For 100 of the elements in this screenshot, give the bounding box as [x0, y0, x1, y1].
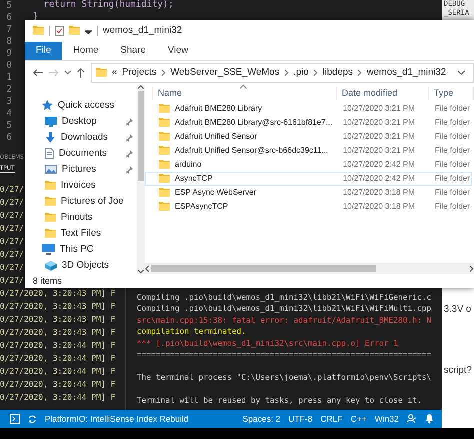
status-task[interactable]: PlatformIO: IntelliSense Index Rebuild	[45, 414, 189, 424]
ribbon-tab[interactable]: File	[25, 42, 62, 60]
line-number: 1	[6, 72, 12, 84]
output-line: 0/27/	[0, 236, 24, 248]
download-icon	[45, 132, 56, 144]
sort-caret-icon	[240, 84, 247, 89]
file-date: 10/27/2020 3:21 PM	[342, 132, 416, 142]
page-text: 3.3V o	[443, 304, 472, 315]
terminal-icon[interactable]	[10, 414, 20, 424]
file-row[interactable]: ESP Async WebServer 10/27/2020 3:18 PM File folder	[145, 186, 472, 200]
checklist-icon[interactable]	[55, 26, 64, 36]
file-date: 10/27/2020 3:21 PM	[342, 118, 416, 128]
status-item[interactable]: Spaces: 2	[242, 414, 281, 424]
nav-item[interactable]: Pinouts	[61, 212, 93, 224]
breadcrumb-item[interactable]: .pio	[294, 67, 309, 78]
scroll-left-icon[interactable]	[145, 266, 149, 272]
status-item[interactable]: CRLF	[320, 414, 343, 424]
breadcrumb-item[interactable]: wemos_d1_mini32	[367, 67, 446, 78]
nav-item[interactable]: Invoices	[61, 180, 96, 192]
file-row[interactable]: Adafruit Unified Sensor@src-b66dc39c11... 10/27/2020 3:21 PM File folder	[145, 144, 472, 158]
scroll-up-icon[interactable]	[138, 84, 144, 89]
cube-icon	[45, 260, 57, 271]
folder-icon	[159, 160, 170, 170]
ribbon-tab[interactable]: View	[157, 42, 200, 60]
column-header[interactable]: Type	[429, 86, 474, 100]
file-name: arduino	[175, 160, 202, 170]
output-line: 0/27/	[0, 249, 24, 261]
sync-icon[interactable]	[28, 414, 37, 424]
scroll-down-icon[interactable]	[138, 270, 144, 274]
folder-icon	[159, 118, 170, 128]
folder-icon	[159, 146, 170, 156]
up-arrow-icon[interactable]	[77, 68, 85, 78]
nav-item[interactable]: Text Files	[61, 228, 102, 240]
breadcrumb-item[interactable]: WebServer_SSE_WeMos	[170, 67, 280, 78]
ribbon-tab[interactable]: Share	[110, 42, 158, 60]
vertical-scrollbar[interactable]	[137, 84, 145, 274]
line-number: 5	[6, 0, 12, 12]
folder-icon	[69, 26, 80, 36]
output-line: 0/27/	[0, 275, 24, 287]
file-type: File folder	[434, 118, 471, 128]
file-date: 10/27/2020 3:21 PM	[342, 104, 416, 114]
status-item[interactable]: Win32	[374, 414, 399, 424]
scrollbar-thumb[interactable]	[151, 265, 376, 272]
dropdown-icon[interactable]	[85, 28, 92, 34]
folder-icon	[159, 202, 170, 212]
nav-item[interactable]: Documents	[59, 148, 108, 160]
chevron-down-icon[interactable]	[458, 70, 465, 75]
output-line: 0/27/2020, 3:20:43 PM] F	[0, 314, 116, 326]
output-line: 0/27/	[0, 262, 24, 274]
output-line: 0/27/2020, 3:20:43 PM] F	[0, 327, 116, 339]
nav-item[interactable]: Quick access	[58, 100, 114, 112]
address-bar[interactable]: « Projects WebServer_SSE_WeMos .pio libdeps wemos_d1_mini32	[91, 62, 474, 83]
file-date: 10/27/2020 3:18 PM	[342, 202, 416, 212]
file-row[interactable]: ESPAsyncTCP 10/27/2020 3:18 PM File folder	[145, 200, 472, 214]
bell-icon[interactable]	[425, 414, 434, 424]
file-row[interactable]: Adafruit Unified Sensor 10/27/2020 3:21 PM File folder	[145, 130, 472, 144]
nav-item[interactable]: Downloads	[61, 132, 108, 144]
nav-item[interactable]: Pictures	[62, 164, 96, 176]
folder-icon	[159, 104, 170, 114]
computer-icon	[42, 244, 55, 256]
folder-icon	[96, 68, 107, 78]
folder-icon	[45, 229, 56, 238]
breadcrumb-item[interactable]: libdeps	[322, 67, 354, 78]
output-line: 0/27/	[0, 210, 24, 222]
file-name: Adafruit BME280 Library	[175, 104, 262, 114]
breadcrumb-item[interactable]: Projects	[122, 67, 157, 78]
nav-item[interactable]: This PC	[60, 244, 94, 256]
scrollbar-thumb[interactable]	[138, 90, 144, 181]
file-row[interactable]: AsyncTCP 10/27/2020 2:42 PM File folder	[145, 172, 472, 186]
file-name: Adafruit Unified Sensor	[175, 132, 258, 142]
output-line: 0/27/2020, 3:20:43 PM] F	[0, 301, 116, 313]
file-type: File folder	[434, 104, 471, 114]
column-header[interactable]: Date modified	[337, 86, 429, 100]
scroll-right-icon[interactable]	[470, 266, 474, 272]
horizontal-scrollbar[interactable]	[145, 263, 474, 274]
line-number: 0	[6, 60, 12, 72]
file-row[interactable]: Adafruit BME280 Library@src-6161bf81e7... 10/27/2020 3:21 PM File folder	[145, 116, 472, 130]
ribbon-tab[interactable]: Home	[62, 42, 110, 60]
status-item[interactable]: UTF-8	[288, 414, 313, 424]
chevron-right-icon	[358, 70, 362, 76]
nav-item[interactable]: 3D Objects	[62, 260, 109, 272]
file-date: 10/27/2020 3:18 PM	[342, 188, 416, 198]
line-number: 3	[6, 96, 12, 108]
nav-item[interactable]: Desktop	[62, 116, 97, 128]
chevron-right-icon	[162, 70, 166, 76]
item-count: 8 items	[33, 276, 62, 286]
file-row[interactable]: Adafruit BME280 Library 10/27/2020 3:21 PM File folder	[145, 102, 472, 116]
nav-item[interactable]: Pictures of Joe	[61, 196, 124, 208]
file-name: ESPAsyncTCP	[175, 202, 228, 212]
chevron-down-icon[interactable]	[65, 70, 71, 75]
overflow-chevrons[interactable]: «	[112, 67, 118, 78]
column-header[interactable]: Name	[153, 86, 337, 100]
file-type: File folder	[434, 202, 471, 212]
output-line: 0/27/2020, 3:20:43 PM] F	[0, 288, 116, 300]
line-number: 6	[6, 12, 12, 24]
status-item[interactable]: C++	[350, 414, 367, 424]
file-row[interactable]: arduino 10/27/2020 2:42 PM File folder	[145, 158, 472, 172]
folder-icon	[159, 188, 170, 198]
back-arrow-icon[interactable]	[33, 68, 43, 77]
file-date: 10/27/2020 2:42 PM	[342, 160, 416, 170]
